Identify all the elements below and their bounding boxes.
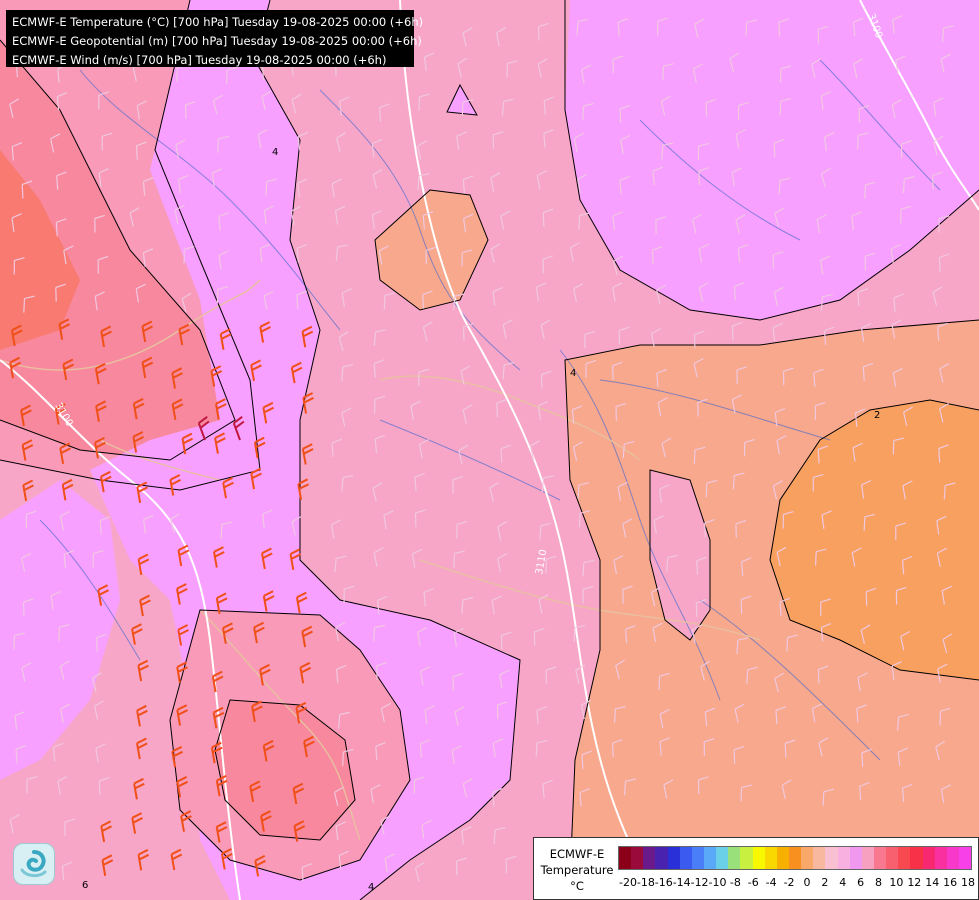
legend-color-swatch: [922, 847, 935, 869]
legend-color-swatch: [861, 847, 874, 869]
legend-tick-label: -16: [654, 876, 673, 889]
legend-tick-label: 2: [821, 876, 829, 889]
legend-color-swatch: [716, 847, 729, 869]
legend-tick-label: -12: [690, 876, 709, 889]
legend-color-swatch: [643, 847, 656, 869]
legend-color-swatch: [679, 847, 692, 869]
legend-title-line: °C: [570, 879, 584, 893]
legend-color-swatch: [691, 847, 704, 869]
isotherm-label: 4: [272, 147, 278, 158]
legend-color-swatch: [788, 847, 802, 869]
weather-map[interactable]: 3100 3110 3100 4 4 6 2 4 ECMWF-E Tempera…: [0, 0, 979, 900]
legend-tick-label: -14: [672, 876, 691, 889]
legend-tick-label: 18: [961, 876, 975, 889]
legend-tick-label: -20: [619, 876, 637, 889]
legend-color-swatch: [958, 847, 972, 869]
legend-color-swatch: [655, 847, 668, 869]
legend-color-swatch: [898, 847, 911, 869]
legend-color-swatch: [631, 847, 644, 869]
title-line-wind: ECMWF-E Wind (m/s) [700 hPa] Tuesday 19-…: [12, 53, 387, 67]
isotherm-label: 6: [82, 880, 88, 891]
legend-tick-label: 0: [803, 876, 811, 889]
temperature-map-canvas: 3100 3110 3100 4 4 6 2 4: [0, 0, 979, 900]
legend-tick-labels: -20 -18 -16 -14 -12 -10 -8 -6 -4 -2 0 2 4 6 8 10 12 14 16 1…: [618, 876, 975, 892]
legend-title: ECMWF-E Temperature °C: [538, 846, 616, 894]
legend-color-swatch: [910, 847, 923, 869]
legend-color-swatch: [825, 847, 838, 869]
legend-color-swatch: [873, 847, 887, 869]
legend-tick-label: 14: [925, 876, 940, 889]
isotherm-label: 4: [570, 368, 576, 379]
legend-tick-label: -10: [708, 876, 727, 889]
legend-color-swatch: [752, 847, 765, 869]
title-line-temperature: ECMWF-E Temperature (°C) [700 hPa] Tuesd…: [12, 15, 424, 29]
legend-title-line: ECMWF-E: [549, 847, 605, 861]
temperature-legend: ECMWF-E Temperature °C -20 -18 -16 -14 -12 -1…: [533, 837, 979, 900]
legend-colorbar: [618, 846, 972, 870]
legend-color-swatch: [740, 847, 753, 869]
legend-tick-label: 6: [857, 876, 865, 889]
legend-tick-label: -8: [729, 876, 741, 889]
meteo-logo-icon: [13, 843, 55, 885]
legend-color-swatch: [886, 847, 899, 869]
legend-tick-label: -6: [747, 876, 759, 889]
legend-color-swatch: [728, 847, 741, 869]
legend-color-swatch: [764, 847, 777, 869]
legend-title-line: Temperature: [540, 863, 614, 877]
legend-color-swatch: [946, 847, 959, 869]
legend-color-swatch: [934, 847, 947, 869]
legend-color-swatch: [703, 847, 717, 869]
isotherm-label: 4: [368, 882, 374, 893]
map-title-box: ECMWF-E Temperature (°C) [700 hPa] Tuesd…: [6, 10, 424, 67]
legend-color-swatch: [667, 847, 680, 869]
title-line-geopotential: ECMWF-E Geopotential (m) [700 hPa] Tuesd…: [12, 34, 422, 48]
legend-color-swatch: [849, 847, 862, 869]
legend-color-swatch: [776, 847, 789, 869]
legend-color-swatch: [837, 847, 850, 869]
legend-color-swatch: [619, 847, 632, 869]
isotherm-label: 2: [874, 410, 880, 421]
legend-tick-label: 4: [839, 876, 847, 889]
legend-tick-label: -18: [636, 876, 655, 889]
legend-tick-label: 16: [943, 876, 958, 889]
legend-color-swatch: [801, 847, 814, 869]
legend-tick-label: 10: [889, 876, 904, 889]
legend-color-swatch: [813, 847, 826, 869]
legend-tick-label: -2: [783, 876, 795, 889]
legend-tick-label: 12: [907, 876, 922, 889]
legend-tick-label: -4: [765, 876, 777, 889]
legend-tick-label: 8: [875, 876, 883, 889]
